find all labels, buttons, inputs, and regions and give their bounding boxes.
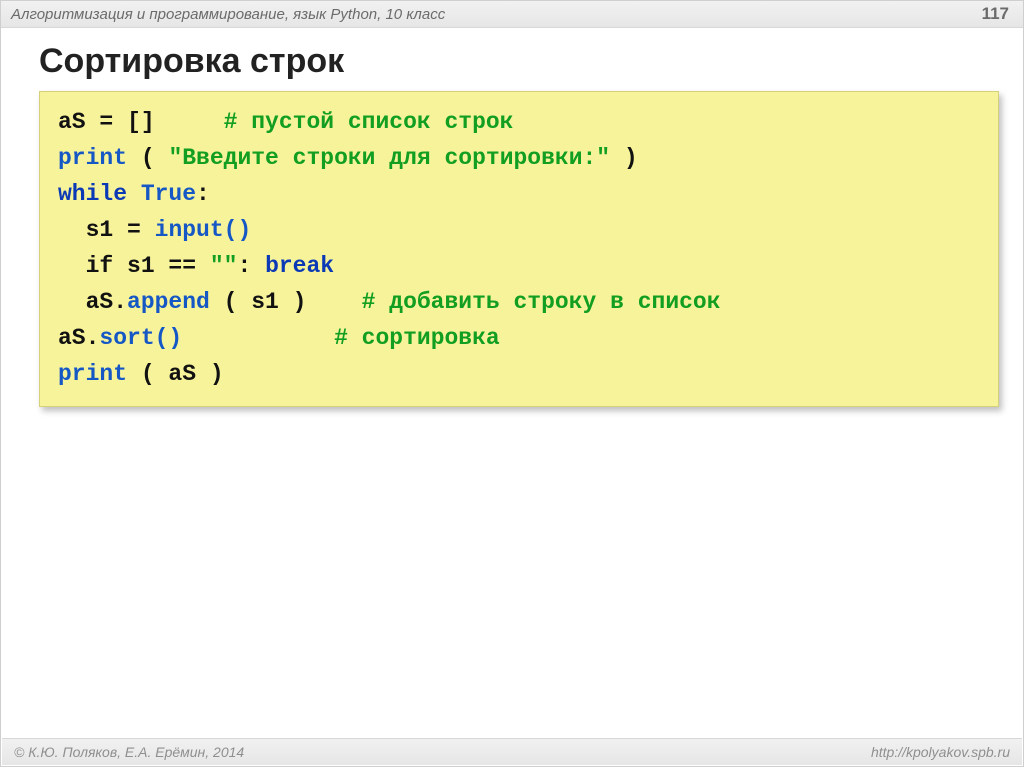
code-token (127, 181, 141, 207)
code-token (182, 325, 334, 351)
code-line-7: aS.sort() # сортировка (58, 320, 980, 356)
code-token: ( (127, 145, 168, 171)
footer-link: http://kpolyakov.spb.ru (871, 744, 1010, 760)
code-keyword: break (265, 253, 334, 279)
code-token: if s1 (58, 253, 155, 279)
code-keyword: while (58, 181, 127, 207)
code-token: ) (610, 145, 638, 171)
code-token: == (155, 253, 210, 279)
code-token: : (196, 181, 210, 207)
code-line-3: while True: (58, 176, 980, 212)
code-token: ( aS ) (127, 361, 224, 387)
code-token: aS. (58, 289, 127, 315)
slide-title: Сортировка строк (39, 42, 999, 81)
code-token: sort() (99, 325, 182, 351)
code-token: = (113, 217, 154, 243)
page-number: 117 (982, 4, 1013, 24)
code-token: print (58, 145, 127, 171)
header-title: Алгоритмизация и программирование, язык … (11, 6, 445, 23)
code-line-2: print ( "Введите строки для сортировки:"… (58, 140, 980, 176)
code-token: True (141, 181, 196, 207)
code-box: aS = [] # пустой список строк print ( "В… (39, 91, 999, 407)
code-string: "Введите строки для сортировки:" (168, 145, 610, 171)
footer-bar: © К.Ю. Поляков, Е.А. Ерёмин, 2014 http:/… (2, 738, 1022, 765)
slide: Алгоритмизация и программирование, язык … (0, 0, 1024, 767)
code-line-4: s1 = input() (58, 212, 980, 248)
code-string: "" (210, 253, 238, 279)
code-token: input() (155, 217, 252, 243)
code-comment: # сортировка (334, 325, 500, 351)
code-token: aS (58, 109, 86, 135)
code-token: = [] (86, 109, 224, 135)
header-bar: Алгоритмизация и программирование, язык … (1, 1, 1023, 28)
code-token: ( s1 ) (210, 289, 362, 315)
footer-copyright: © К.Ю. Поляков, Е.А. Ерёмин, 2014 (14, 744, 244, 760)
code-token: append (127, 289, 210, 315)
code-line-6: aS.append ( s1 ) # добавить строку в спи… (58, 284, 980, 320)
code-token: print (58, 361, 127, 387)
code-token: : (237, 253, 265, 279)
code-token: aS. (58, 325, 99, 351)
code-comment: # добавить строку в список (362, 289, 721, 315)
code-line-1: aS = [] # пустой список строк (58, 104, 980, 140)
code-line-5: if s1 == "": break (58, 248, 980, 284)
code-token: s1 (58, 217, 113, 243)
code-comment: # пустой список строк (224, 109, 514, 135)
code-line-8: print ( aS ) (58, 356, 980, 392)
